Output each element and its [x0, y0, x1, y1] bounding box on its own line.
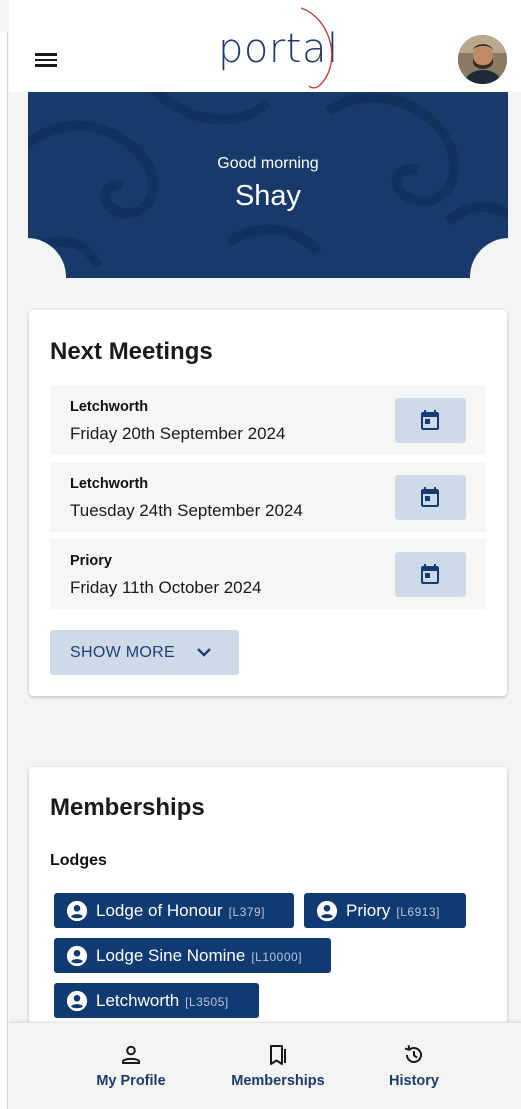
- account-circle-icon: [66, 990, 88, 1012]
- nav-my-profile[interactable]: My Profile: [66, 1041, 196, 1093]
- meeting-lodge: Priory: [70, 553, 112, 569]
- bottom-navigation: My Profile Memberships History: [9, 1022, 521, 1109]
- memberships-card: Memberships Lodges Lodge of Honour [L379]…: [29, 767, 507, 1047]
- chevron-down-icon: [197, 648, 211, 657]
- meeting-date: Friday 11th October 2024: [70, 578, 262, 597]
- nav-memberships[interactable]: Memberships: [213, 1041, 343, 1093]
- user-name: Shay: [234, 180, 302, 212]
- meeting-date: Friday 20th September 2024: [70, 424, 286, 443]
- add-to-calendar-button[interactable]: [395, 398, 466, 443]
- lodge-code: [L6913]: [396, 905, 440, 919]
- lodges-subheading: Lodges: [50, 852, 107, 869]
- calendar-icon: [421, 564, 439, 584]
- history-icon: [404, 1045, 422, 1063]
- lodge-chip-label: Lodge Sine Nomine [L10000]: [96, 946, 303, 965]
- lodge-chip[interactable]: Priory [L6913]: [304, 893, 466, 928]
- lodge-code: [L10000]: [251, 950, 303, 964]
- meeting-item: Letchworth Friday 20th September 2024: [50, 385, 486, 455]
- person-icon: [122, 1045, 140, 1064]
- meeting-date: Tuesday 24th September 2024: [70, 501, 303, 520]
- top-app-bar: portal: [9, 0, 521, 92]
- add-to-calendar-button[interactable]: [395, 475, 466, 520]
- meeting-lodge: Letchworth: [70, 399, 149, 415]
- next-meetings-card: Next Meetings Letchworth Friday 20th Sep…: [29, 310, 507, 696]
- lodge-chip[interactable]: Letchworth [L3505]: [54, 983, 259, 1018]
- calendar-icon: [421, 410, 439, 430]
- add-to-calendar-button[interactable]: [395, 552, 466, 597]
- account-circle-icon: [66, 900, 88, 922]
- nav-label: My Profile: [96, 1073, 166, 1089]
- app-screen: portal Good morning Shay Next Meetings L…: [9, 0, 521, 1109]
- bookmarks-icon: [270, 1045, 286, 1065]
- lodge-chip-label: Lodge of Honour [L379]: [96, 901, 266, 920]
- menu-icon[interactable]: [35, 50, 61, 72]
- nav-label: Memberships: [231, 1073, 325, 1089]
- meeting-lodge: Letchworth: [70, 476, 149, 492]
- nav-history[interactable]: History: [349, 1041, 479, 1093]
- portal-logo[interactable]: portal: [215, 4, 345, 90]
- show-more-label: SHOW MORE: [70, 644, 175, 661]
- user-avatar-icon: [458, 35, 507, 84]
- account-circle-icon: [316, 900, 338, 922]
- account-circle-icon: [66, 945, 88, 967]
- greeting-text: Good morning: [217, 155, 319, 172]
- calendar-icon: [421, 487, 439, 507]
- meeting-item: Letchworth Tuesday 24th September 2024: [50, 462, 486, 532]
- avatar[interactable]: [458, 35, 507, 84]
- lodge-code: [L379]: [228, 905, 266, 919]
- show-more-button[interactable]: SHOW MORE: [50, 630, 239, 675]
- logo-swoosh-icon: [300, 7, 333, 89]
- lodge-code: [L3505]: [185, 995, 229, 1009]
- side-edge: [0, 32, 8, 1109]
- lodge-chip-label: Letchworth [L3505]: [96, 991, 229, 1010]
- lodge-chip[interactable]: Lodge Sine Nomine [L10000]: [54, 938, 331, 973]
- lodge-chip[interactable]: Lodge of Honour [L379]: [54, 893, 294, 928]
- nav-label: History: [389, 1073, 439, 1089]
- memberships-title: Memberships: [50, 794, 205, 821]
- lodge-chip-label: Priory [L6913]: [346, 901, 440, 920]
- next-meetings-title: Next Meetings: [50, 338, 213, 365]
- meeting-item: Priory Friday 11th October 2024: [50, 539, 486, 609]
- greeting-banner: Good morning Shay: [28, 92, 508, 278]
